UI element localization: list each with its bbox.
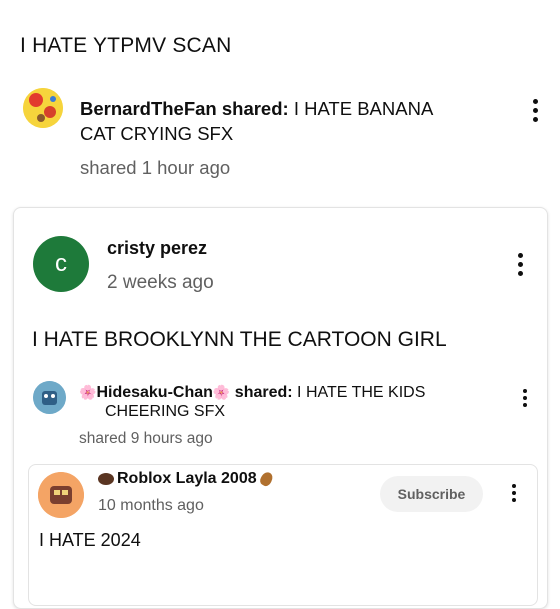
comment-more-options-icon[interactable] <box>516 253 524 280</box>
shared-author[interactable]: Hidesaku-Chan <box>96 384 212 401</box>
avatar-letter: c <box>55 250 67 277</box>
comment-shared-title[interactable]: 🌸Hidesaku-Chan🌸 shared: I HATE THE KIDS … <box>79 383 499 421</box>
comment-author[interactable]: cristy perez <box>107 238 207 259</box>
comment-shared-timestamp: shared 9 hours ago <box>79 430 213 447</box>
shared-title-line2: CHEERING SFX <box>105 403 226 420</box>
shared-author[interactable]: BernardTheFan <box>80 98 217 119</box>
shared-post-title[interactable]: BernardTheFan shared: I HATE BANANA CAT … <box>80 96 500 146</box>
shared-more-options-icon[interactable] <box>521 389 529 410</box>
comment-avatar[interactable]: c <box>33 236 89 292</box>
comment-timestamp: 2 weeks ago <box>107 272 214 293</box>
post-text: I HATE YTPMV SCAN <box>20 34 232 57</box>
shared-label: shared: <box>221 98 289 119</box>
shared-timestamp: shared 1 hour ago <box>80 157 231 178</box>
shared-title-line2: CAT CRYING SFX <box>80 123 234 144</box>
avatar[interactable] <box>23 88 63 128</box>
author-suffix-flower-icon: 🌸 <box>212 384 231 400</box>
nested-text: I HATE 2024 <box>39 530 141 550</box>
more-options-icon[interactable] <box>531 99 539 126</box>
nested-author[interactable]: Roblox Layla 2008 <box>117 470 257 487</box>
shared-label: shared: <box>234 384 293 401</box>
avatar-image-icon <box>33 381 66 414</box>
nested-timestamp: 10 months ago <box>98 497 204 514</box>
shared-title-line1: I HATE THE KIDS <box>297 384 426 401</box>
avatar-image-icon <box>38 472 84 518</box>
comment-text: I HATE BROOKLYNN THE CARTOON GIRL <box>32 328 447 351</box>
cookie-icon <box>98 472 114 485</box>
shared-title-line1: I HATE BANANA <box>293 98 434 119</box>
nested-more-options-icon[interactable] <box>510 484 518 505</box>
nested-avatar[interactable] <box>38 472 84 518</box>
author-prefix-flower-icon: 🌸 <box>79 384 97 400</box>
small-avatar[interactable] <box>33 381 66 414</box>
cropped-text-top <box>20 0 250 2</box>
subscribe-button[interactable]: Subscribe <box>380 476 483 512</box>
avatar-image-icon <box>23 88 63 128</box>
nested-author-row[interactable]: Roblox Layla 2008 <box>98 469 275 488</box>
